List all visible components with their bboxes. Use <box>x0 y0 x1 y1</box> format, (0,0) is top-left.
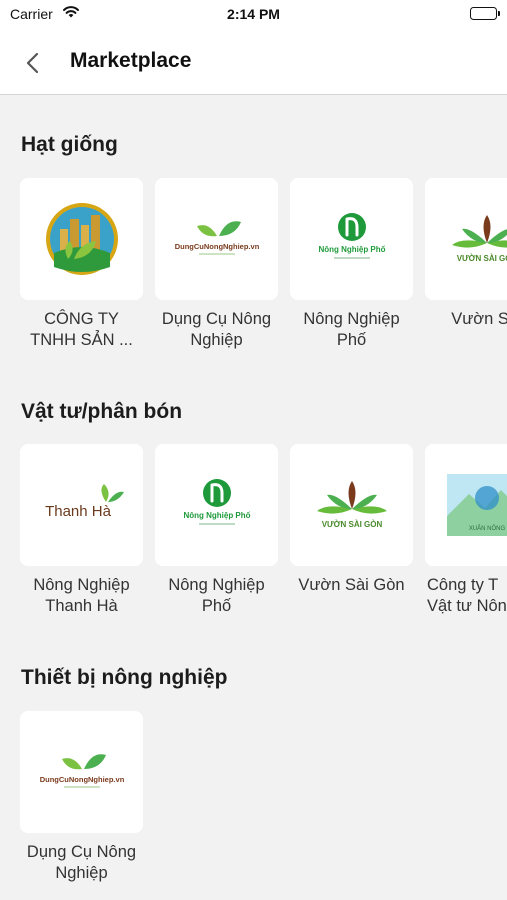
thanhha-logo-icon: Thanh Hà <box>20 444 143 566</box>
nongnghiepphoe-logo-icon: Nông Nghiệp Phố <box>290 178 413 300</box>
status-bar: Carrier 2:14 PM <box>0 0 507 30</box>
vendor-name: Công ty T Vật tư Nôn <box>425 575 507 617</box>
dungcunongnghiep-logo-icon: DungCuNongNghiep.vn <box>155 178 278 300</box>
landscape-logo-icon: XUÂN NÔNG <box>425 444 507 566</box>
logo-text: VƯỜN SÀI GÒN <box>456 254 507 263</box>
clock: 2:14 PM <box>227 6 280 22</box>
vendor-name: Nông Nghiệp Phố <box>168 576 265 615</box>
seed-vendors-row[interactable]: CÔNG TY TNHH SẢN ... DungCuNongNghiep.vn… <box>20 178 507 358</box>
logo-text: DungCuNongNghiep.vn <box>174 242 259 251</box>
vendor-card[interactable]: Nông Nghiệp Phố Nông Nghiệp Phố <box>155 444 278 617</box>
equipment-vendors-row[interactable]: DungCuNongNghiep.vn Dụng Cụ Nông Nghiệp <box>20 711 507 891</box>
vuonsaigon-logo-icon: VƯỜN SÀI GÒN <box>290 444 413 566</box>
vendor-card[interactable]: Nông Nghiệp Phố Nông Nghiệp Phố <box>290 178 413 351</box>
company-logo-icon <box>20 178 143 300</box>
vendor-name: CÔNG TY TNHH SẢN ... <box>30 310 133 349</box>
supplies-vendors-row[interactable]: Thanh Hà Nông Nghiệp Thanh Hà Nông Nghiệ… <box>20 444 507 624</box>
vendor-card[interactable]: VƯỜN SÀI GÒN Vườn Sài <box>425 178 507 330</box>
battery-icon <box>470 7 500 20</box>
vendor-card[interactable]: CÔNG TY TNHH SẢN ... <box>20 178 143 351</box>
vendor-name: Dụng Cụ Nông Nghiệp <box>161 310 272 349</box>
vendor-name: Vườn Sài Gòn <box>298 576 405 594</box>
vendor-card[interactable]: DungCuNongNghiep.vn Dụng Cụ Nông Nghiệp <box>20 711 143 884</box>
section-title-vat-tu-phan-bon: Vật tư/phân bón <box>21 400 183 423</box>
vendor-card[interactable]: XUÂN NÔNG Công ty T Vật tư Nôn <box>425 444 507 617</box>
logo-text: Nông Nghiệp Phố <box>318 245 385 254</box>
vendor-card[interactable]: Thanh Hà Nông Nghiệp Thanh Hà <box>20 444 143 617</box>
vendor-name: Dụng Cụ Nông Nghiệp <box>26 843 137 882</box>
logo-text: XUÂN NÔNG <box>468 525 505 532</box>
vendor-card[interactable]: DungCuNongNghiep.vn Dụng Cụ Nông Nghiệp <box>155 178 278 351</box>
dungcunongnghiep-logo-icon: DungCuNongNghiep.vn <box>20 711 143 833</box>
logo-text: Thanh Hà <box>45 503 112 520</box>
logo-text: VƯỜN SÀI GÒN <box>321 520 382 529</box>
vendor-name-line-2: Vật tư Nôn <box>427 597 507 615</box>
section-title-hat-giong: Hạt giống <box>21 133 118 156</box>
back-chevron-icon[interactable] <box>18 48 48 78</box>
vuonsaigon-logo-icon: VƯỜN SÀI GÒN <box>425 178 507 300</box>
section-title-thiet-bi-nong-nghiep: Thiết bị nông nghiệp <box>21 666 228 689</box>
vendor-name: Nông Nghiệp Thanh Hà <box>33 576 130 615</box>
logo-text: Nông Nghiệp Phố <box>183 511 250 520</box>
navigation-bar: Marketplace <box>0 30 507 95</box>
page-title: Marketplace <box>70 49 192 72</box>
vendor-name: Vườn Sài <box>451 310 507 328</box>
vendor-name: Nông Nghiệp Phố <box>303 310 400 349</box>
logo-text: DungCuNongNghiep.vn <box>39 775 124 784</box>
vendor-name-line-1: Công ty T <box>427 576 499 594</box>
vendor-card[interactable]: VƯỜN SÀI GÒN Vườn Sài Gòn <box>290 444 413 596</box>
nongnghiepphoe-logo-icon: Nông Nghiệp Phố <box>155 444 278 566</box>
